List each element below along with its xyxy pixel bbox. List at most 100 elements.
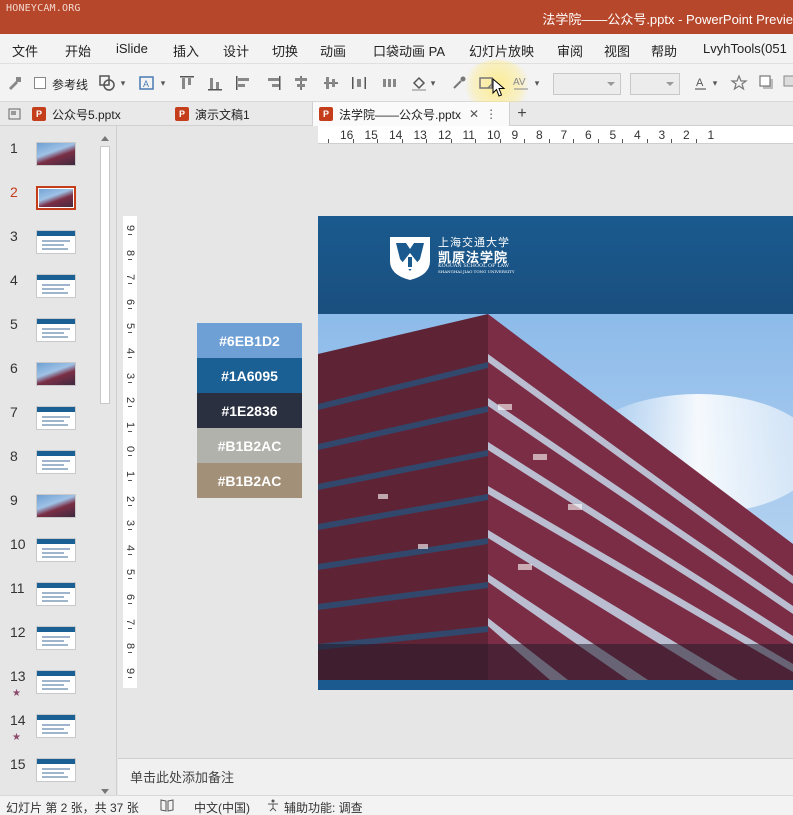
distribute-horizontal-icon[interactable] [378, 72, 400, 94]
slide-thumbnail[interactable]: 6 [0, 360, 100, 400]
font-color-icon[interactable]: A [690, 72, 712, 94]
slide-thumbnail-image[interactable] [36, 494, 76, 518]
ruler-number: 13 [413, 128, 427, 142]
ruler-tick [128, 307, 132, 309]
menu-pocket-animation[interactable]: 口袋动画 PA [373, 41, 445, 60]
ruler-number: 9 [124, 224, 136, 232]
distribute-icon[interactable] [348, 72, 370, 94]
textbox-icon[interactable]: A [136, 72, 158, 94]
color-swatch[interactable]: #1A6095 [197, 358, 302, 393]
slide-thumbnail-image[interactable] [36, 318, 76, 342]
accessibility-icon[interactable] [266, 799, 280, 815]
menu-insert[interactable]: 插入 [173, 41, 199, 60]
slide-thumbnail-image[interactable] [36, 142, 76, 166]
slide-thumbnail[interactable]: 14 ★ [0, 712, 100, 752]
align-middle-icon[interactable] [320, 72, 342, 94]
slide-thumbnail-image[interactable] [36, 186, 76, 210]
menu-review[interactable]: 审阅 [557, 41, 583, 60]
ruler-number: 1 [707, 128, 715, 142]
slide-thumbnail-image[interactable] [36, 450, 76, 474]
ruler-number: 12 [438, 128, 452, 142]
accessibility-status[interactable]: 辅助功能: 调查 [284, 799, 363, 815]
menu-islide[interactable]: iSlide [116, 41, 148, 56]
slide-thumbnail-image[interactable] [36, 274, 76, 298]
slide-thumbnail-image[interactable] [36, 582, 76, 606]
align-top-icon[interactable] [176, 72, 198, 94]
close-icon[interactable]: ✕ [469, 107, 479, 121]
slide-thumbnail[interactable]: 13 ★ [0, 668, 100, 708]
menu-slideshow[interactable]: 幻灯片放映 [469, 41, 534, 60]
slide-thumbnail-image[interactable] [36, 626, 76, 650]
align-center-icon[interactable] [290, 72, 312, 94]
format-painter-icon[interactable] [4, 72, 26, 94]
slide-thumbnail-image[interactable] [36, 230, 76, 254]
scroll-up-icon[interactable] [101, 136, 109, 141]
thumbnail-scrollbar[interactable] [99, 134, 111, 794]
slide-number: 11 [10, 580, 25, 596]
ruler-number: 3 [658, 128, 666, 142]
tab-doc-1[interactable]: P 公众号5.pptx [32, 102, 121, 126]
slide-thumbnail[interactable]: 2 [0, 184, 100, 224]
slide-thumbnail[interactable]: 9 [0, 492, 100, 532]
fill-color-icon[interactable] [408, 72, 430, 94]
menu-animations[interactable]: 动画 [320, 41, 346, 60]
notes-book-icon[interactable] [160, 799, 174, 815]
slide-thumbnail-image[interactable] [36, 670, 76, 694]
slide-thumbnail[interactable]: 5 [0, 316, 100, 356]
slide-thumbnail-image[interactable] [36, 362, 76, 386]
color-swatch[interactable]: #1E2836 [197, 393, 302, 428]
chevron-down-icon[interactable]: ▾ [428, 72, 438, 94]
guide-checkbox[interactable] [34, 77, 46, 89]
ruler-number: 15 [364, 128, 378, 142]
font-size-select[interactable] [630, 73, 680, 95]
mouse-cursor [492, 78, 506, 97]
menu-design[interactable]: 设计 [223, 41, 249, 60]
spacing-icon[interactable]: AV [510, 72, 532, 94]
slide-thumbnail[interactable]: 7 [0, 404, 100, 444]
arrange-icon[interactable] [780, 72, 793, 94]
menu-file[interactable]: 文件 [12, 41, 38, 60]
ruler-tick [352, 139, 354, 143]
color-swatch[interactable]: #B1B2AC [197, 463, 302, 498]
tab-doc-3[interactable]: P 法学院——公众号.pptx ✕ ⋮ [312, 102, 510, 126]
slide-thumbnail[interactable]: 4 [0, 272, 100, 312]
color-swatch[interactable]: #B1B2AC [197, 428, 302, 463]
add-tab-button[interactable]: + [512, 104, 532, 124]
slide-thumbnail[interactable]: 3 [0, 228, 100, 268]
slide-thumbnail[interactable]: 11 [0, 580, 100, 620]
font-name-select[interactable] [553, 73, 621, 95]
slide-number: 13 [10, 668, 26, 684]
chevron-down-icon[interactable]: ▾ [118, 72, 128, 94]
chevron-down-icon[interactable]: ▾ [532, 72, 542, 94]
slide-thumbnail[interactable]: 1 [0, 140, 100, 180]
slide-thumbnail-image[interactable] [36, 758, 76, 782]
slide-thumbnail-image[interactable] [36, 538, 76, 562]
align-right-icon[interactable] [262, 72, 284, 94]
scroll-down-icon[interactable] [101, 789, 109, 794]
slide-thumbnail[interactable]: 12 [0, 624, 100, 664]
slide-thumbnail-image[interactable] [36, 406, 76, 430]
chevron-down-icon[interactable]: ▾ [710, 72, 720, 94]
color-swatch[interactable]: #6EB1D2 [197, 323, 302, 358]
notes-pane[interactable]: 单击此处添加备注 [118, 758, 793, 795]
menu-home[interactable]: 开始 [65, 41, 91, 60]
menu-lvyhtools[interactable]: LvyhTools(051 [703, 41, 787, 56]
menu-transitions[interactable]: 切换 [272, 41, 298, 60]
slide-thumbnail-image[interactable] [36, 714, 76, 738]
slide-thumbnail[interactable]: 15 [0, 756, 100, 795]
tab-doc-2[interactable]: P 演示文稿1 [175, 102, 250, 126]
slide-thumbnail[interactable]: 8 [0, 448, 100, 488]
slide-thumbnail[interactable]: 10 [0, 536, 100, 576]
more-icon[interactable]: ⋮ [485, 107, 497, 121]
shadow-icon[interactable] [756, 72, 778, 94]
shape-icon[interactable] [96, 72, 118, 94]
language-indicator[interactable]: 中文(中国) [194, 799, 250, 815]
chevron-down-icon[interactable]: ▾ [158, 72, 168, 94]
star-icon[interactable] [728, 72, 750, 94]
align-bottom-icon[interactable] [204, 72, 226, 94]
scrollbar-thumb[interactable] [100, 146, 110, 404]
menu-help[interactable]: 帮助 [651, 41, 677, 60]
slide-canvas[interactable]: 上海交通大学 凯原法学院 KOGUAN SCHOOL OF LAW SHANGH… [318, 216, 793, 690]
align-left-icon[interactable] [232, 72, 254, 94]
menu-view[interactable]: 视图 [604, 41, 630, 60]
